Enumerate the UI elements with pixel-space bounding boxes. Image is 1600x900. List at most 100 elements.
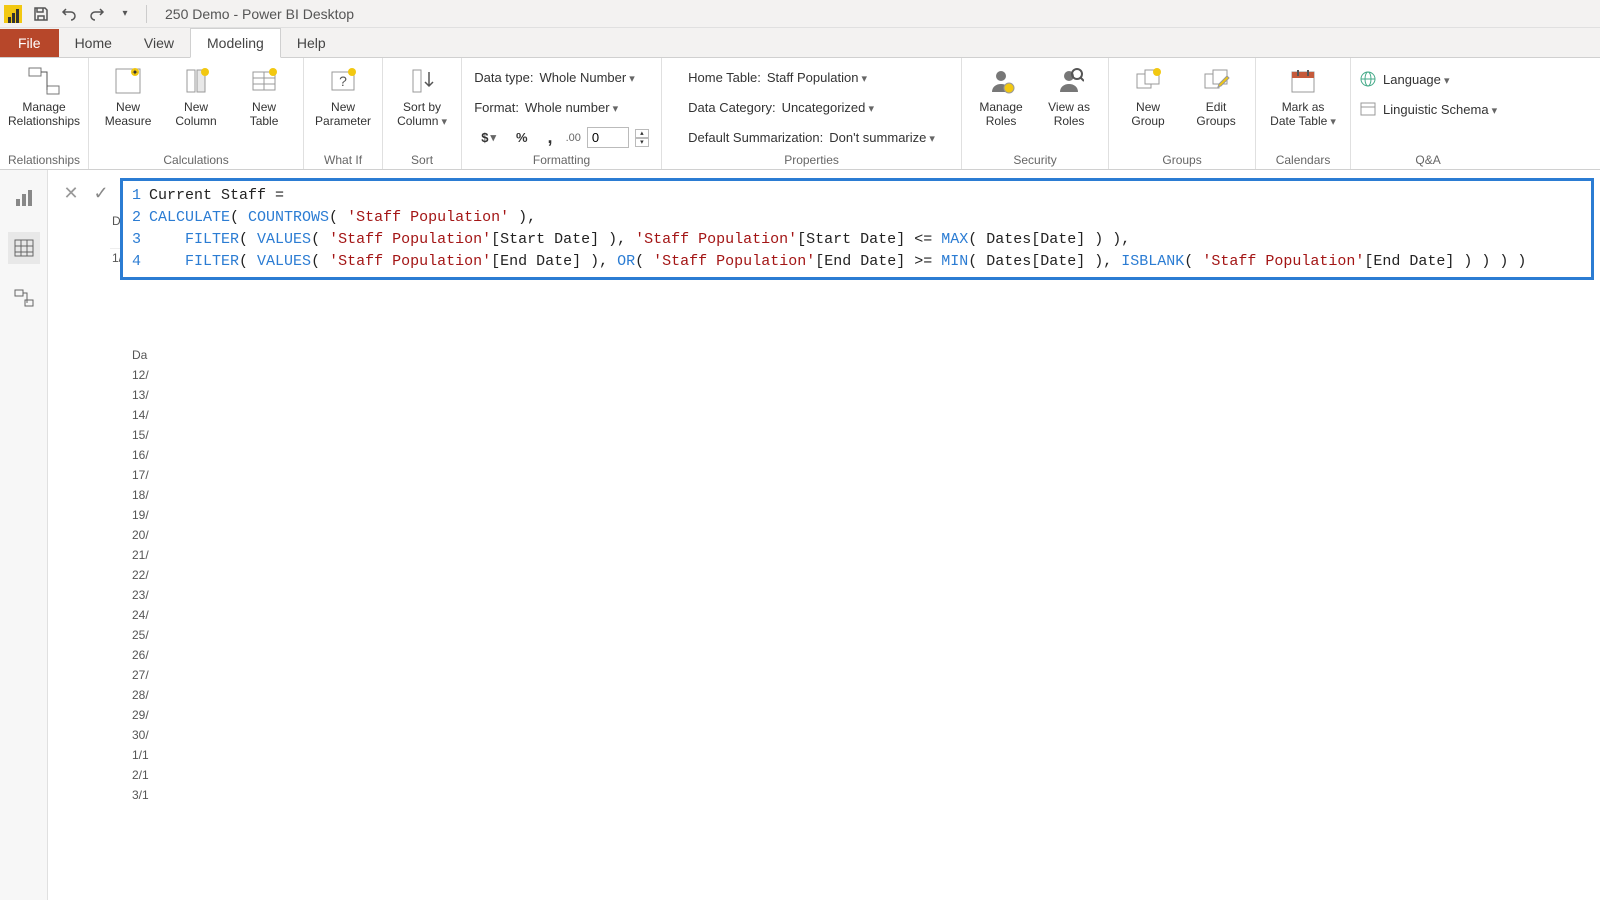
- table-row: 3/1: [130, 785, 170, 805]
- view-as-roles-button[interactable]: View as Roles: [1038, 62, 1100, 130]
- table-row: 25/: [130, 625, 170, 645]
- ribbon-group-whatif: ? New Parameter What If: [304, 58, 383, 169]
- app-icon: [4, 5, 22, 23]
- tab-file[interactable]: File: [0, 29, 59, 57]
- cancel-formula-button[interactable]: ✕: [60, 182, 82, 204]
- tab-help[interactable]: Help: [281, 29, 342, 57]
- manage-relationships-button[interactable]: Manage Relationships: [13, 62, 75, 130]
- view-as-icon: [1052, 64, 1086, 98]
- ribbon-group-sort: Sort by Column Sort: [383, 58, 462, 169]
- commit-formula-button[interactable]: ✓: [90, 182, 112, 204]
- new-column-button[interactable]: New Column: [165, 62, 227, 130]
- table-row: 28/: [130, 685, 170, 705]
- tab-home[interactable]: Home: [59, 29, 128, 57]
- table-row: 15/: [130, 425, 170, 445]
- new-measure-icon: ✦: [111, 64, 145, 98]
- sort-icon: [405, 64, 439, 98]
- formula-editor[interactable]: 1Current Staff = 2CALCULATE( COUNTROWS( …: [120, 178, 1594, 280]
- language-button[interactable]: Language: [1359, 66, 1497, 92]
- svg-text:?: ?: [339, 73, 347, 89]
- table-row: 22/: [130, 565, 170, 585]
- view-rail: [0, 170, 48, 900]
- home-table-dropdown[interactable]: Staff Population: [767, 70, 867, 85]
- ribbon-tabs: File Home View Modeling Help: [0, 28, 1600, 58]
- table-row: 23/: [130, 585, 170, 605]
- new-parameter-icon: ?: [326, 64, 360, 98]
- quick-access-toolbar: ▾: [30, 3, 151, 25]
- svg-text:✦: ✦: [132, 68, 139, 77]
- home-table-label: Home Table:: [688, 70, 761, 85]
- data-type-dropdown[interactable]: Whole Number: [539, 70, 634, 85]
- currency-button[interactable]: $: [474, 127, 503, 148]
- manage-roles-icon: [984, 64, 1018, 98]
- summarization-label: Default Summarization:: [688, 130, 823, 145]
- data-type-label: Data type:: [474, 70, 533, 85]
- manage-roles-button[interactable]: Manage Roles: [970, 62, 1032, 130]
- table-row: 29/: [130, 705, 170, 725]
- model-view-button[interactable]: [8, 282, 40, 314]
- data-category-label: Data Category:: [688, 100, 775, 115]
- new-measure-button[interactable]: ✦ New Measure: [97, 62, 159, 130]
- tab-modeling[interactable]: Modeling: [190, 28, 281, 58]
- table-row: 21/: [130, 545, 170, 565]
- table-row: 30/: [130, 725, 170, 745]
- ribbon-group-calendars: Mark as Date Table Calendars: [1256, 58, 1351, 169]
- table-row: 1/1: [130, 745, 170, 765]
- mark-date-table-button[interactable]: Mark as Date Table: [1264, 62, 1342, 131]
- table-row: 27/: [130, 665, 170, 685]
- ribbon-group-properties: Home Table: Staff Population Data Catego…: [662, 58, 962, 169]
- ribbon: Manage Relationships Relationships ✦ New…: [0, 58, 1600, 170]
- table-row: 2/1: [130, 765, 170, 785]
- formula-bar-area: ✕ ✓ 1Current Staff = 2CALCULATE( COUNTRO…: [56, 178, 1594, 280]
- summarization-dropdown[interactable]: Don't summarize: [829, 130, 935, 145]
- table-row: 13/: [130, 385, 170, 405]
- percent-button[interactable]: %: [509, 127, 535, 148]
- linguistic-schema-button[interactable]: Linguistic Schema: [1359, 96, 1497, 122]
- table-row: 16/: [130, 445, 170, 465]
- sort-by-column-button[interactable]: Sort by Column: [391, 62, 453, 131]
- ribbon-group-relationships: Manage Relationships Relationships: [0, 58, 89, 169]
- report-view-button[interactable]: [8, 182, 40, 214]
- titlebar: ▾ 250 Demo - Power BI Desktop: [0, 0, 1600, 28]
- format-label: Format:: [474, 100, 519, 115]
- data-view-button[interactable]: [8, 232, 40, 264]
- save-icon[interactable]: [30, 3, 52, 25]
- undo-icon[interactable]: [58, 3, 80, 25]
- calendar-icon: [1286, 64, 1320, 98]
- new-table-button[interactable]: New Table: [233, 62, 295, 130]
- schema-icon: [1359, 100, 1377, 118]
- thousands-button[interactable]: ,: [541, 124, 560, 151]
- new-table-icon: [247, 64, 281, 98]
- globe-icon: [1359, 70, 1377, 88]
- format-dropdown[interactable]: Whole number: [525, 100, 618, 115]
- redo-icon[interactable]: [86, 3, 108, 25]
- window-title: 250 Demo - Power BI Desktop: [165, 6, 354, 22]
- new-column-icon: [179, 64, 213, 98]
- decimals-icon: .00: [566, 132, 581, 144]
- table-row: 24/: [130, 605, 170, 625]
- ribbon-group-security: Manage Roles View as Roles Security: [962, 58, 1109, 169]
- table-row: 18/: [130, 485, 170, 505]
- data-grid-stub: Da 12/13/14/15/16/17/18/19/20/21/22/23/2…: [130, 345, 170, 805]
- manage-relationships-icon: [27, 64, 61, 98]
- table-row: 14/: [130, 405, 170, 425]
- qat-customize-icon[interactable]: ▾: [114, 3, 136, 25]
- table-row: 19/: [130, 505, 170, 525]
- decimals-spinner[interactable]: ▴▾: [635, 129, 649, 147]
- tab-view[interactable]: View: [128, 29, 190, 57]
- table-row: 12/: [130, 365, 170, 385]
- ribbon-group-groups: New Group Edit Groups Groups: [1109, 58, 1256, 169]
- ribbon-group-formatting: Data type: Whole Number Format: Whole nu…: [462, 58, 662, 169]
- decimals-input[interactable]: [587, 127, 629, 148]
- edit-groups-button[interactable]: Edit Groups: [1185, 62, 1247, 130]
- ribbon-group-calculations: ✦ New Measure New Column New Table Calcu…: [89, 58, 304, 169]
- ribbon-group-qa: Language Linguistic Schema Q&A: [1351, 58, 1505, 169]
- new-group-button[interactable]: New Group: [1117, 62, 1179, 130]
- new-group-icon: [1131, 64, 1165, 98]
- table-row: 26/: [130, 645, 170, 665]
- data-category-dropdown[interactable]: Uncategorized: [782, 100, 874, 115]
- table-row: 17/: [130, 465, 170, 485]
- new-parameter-button[interactable]: ? New Parameter: [312, 62, 374, 130]
- edit-groups-icon: [1199, 64, 1233, 98]
- table-row: 20/: [130, 525, 170, 545]
